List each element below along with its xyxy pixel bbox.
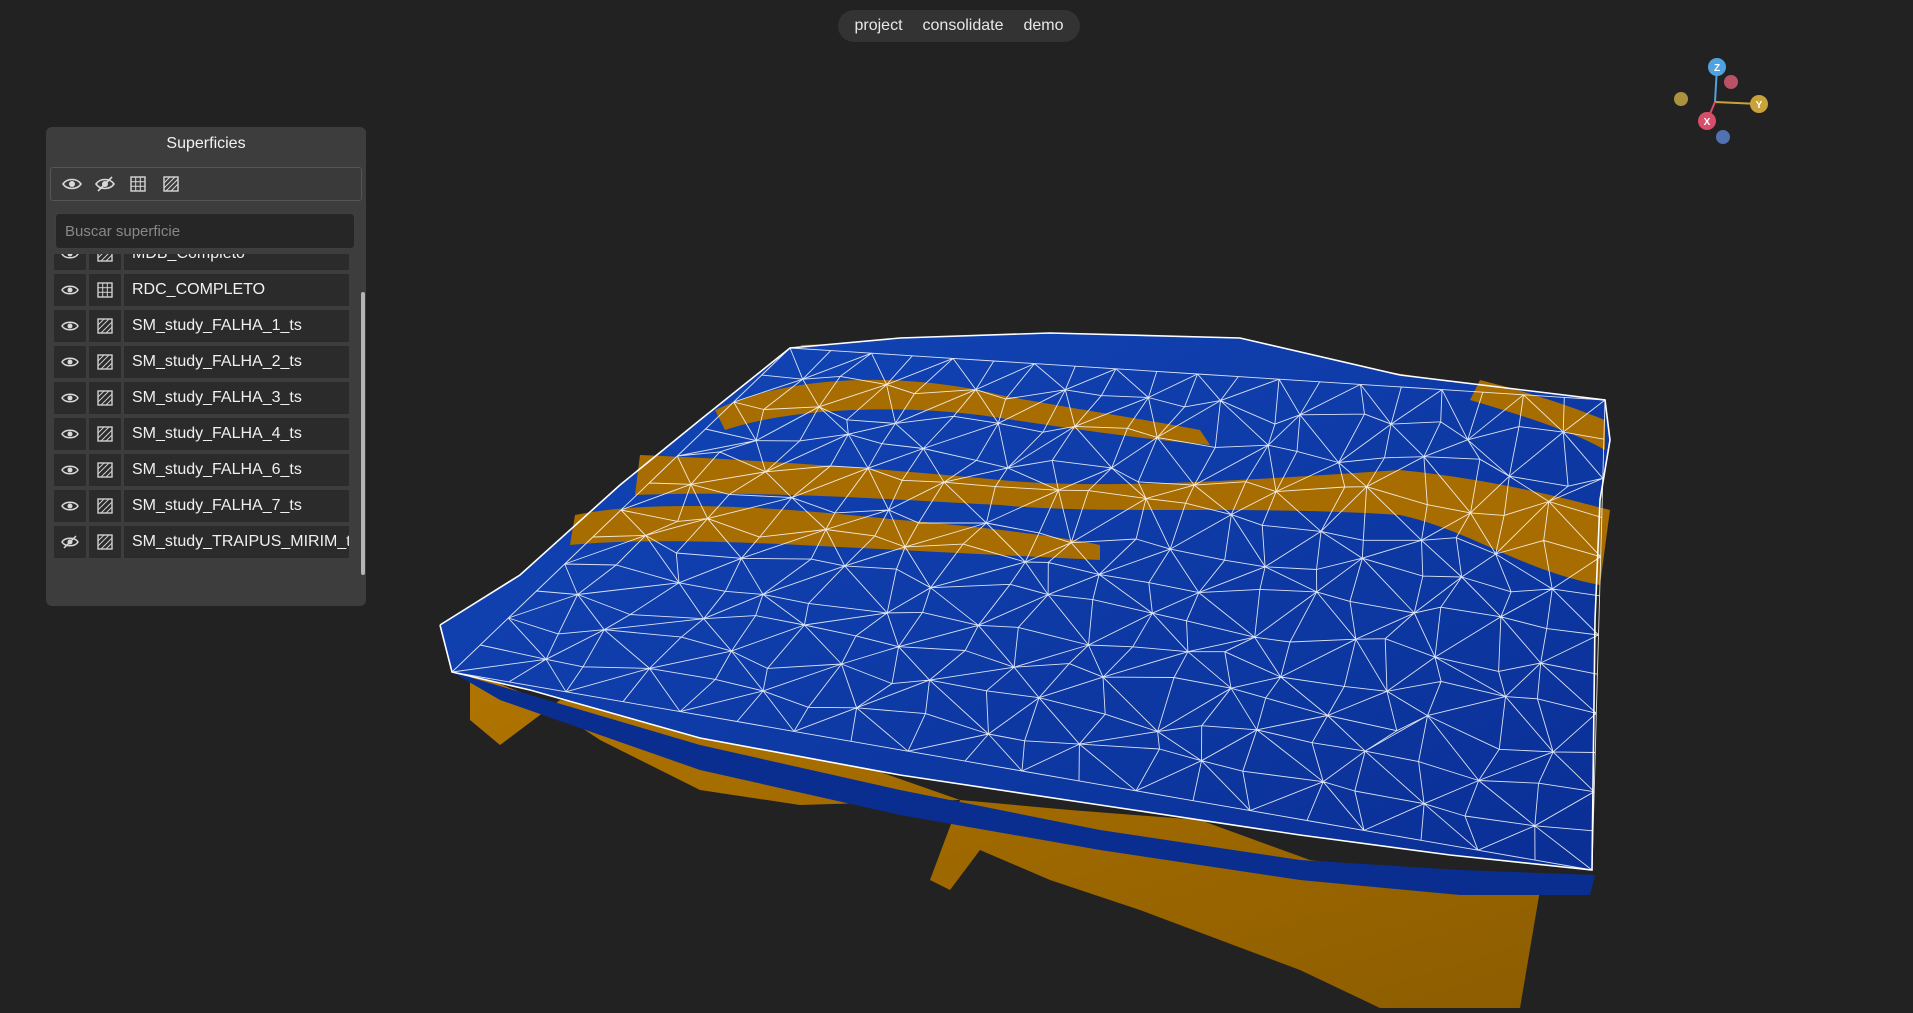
visibility-eye-off-icon[interactable] [54,526,86,558]
surface-name[interactable]: SM_study_FALHA_2_ts [124,346,349,378]
render-mode-hatch-icon[interactable] [89,310,121,342]
svg-text:Z: Z [1714,63,1720,74]
render-mode-grid-icon[interactable] [89,274,121,306]
visibility-eye-icon[interactable] [54,254,86,270]
visibility-eye-icon[interactable] [54,418,86,450]
surface-name[interactable]: MDB_Completo [124,254,349,270]
render-mode-hatch-icon[interactable] [89,454,121,486]
visibility-eye-icon[interactable] [54,346,86,378]
surface-row[interactable]: SM_study_FALHA_4_ts [54,418,366,450]
visibility-eye-icon[interactable] [54,490,86,522]
axis-x-handle[interactable]: X [1698,112,1716,130]
surface-name[interactable]: SM_study_FALHA_4_ts [124,418,349,450]
surface-search-input[interactable] [55,213,355,249]
surface-name[interactable]: SM_study_FALHA_1_ts [124,310,349,342]
surface-list-scrollbar[interactable] [361,254,365,576]
surface-row[interactable]: SM_study_FALHA_1_ts [54,310,366,342]
grid-mode-grid-icon[interactable] [127,174,149,194]
svg-text:X: X [1704,117,1711,128]
surface-row[interactable]: SM_study_FALHA_2_ts [54,346,366,378]
axis-y-handle[interactable]: Y [1750,95,1768,113]
surface-name[interactable]: SM_study_FALHA_7_ts [124,490,349,522]
menu-item-project[interactable]: project [854,17,902,35]
visibility-eye-icon[interactable] [54,310,86,342]
surface-name[interactable]: RDC_COMPLETO [124,274,349,306]
surface-name[interactable]: SM_study_FALHA_6_ts [124,454,349,486]
scrollbar-thumb[interactable] [361,292,365,575]
axis-neg-y-dot[interactable] [1674,92,1688,106]
visibility-eye-icon[interactable] [54,454,86,486]
menu-item-consolidate[interactable]: consolidate [923,17,1004,35]
surface-list[interactable]: MDB_Completo RDC_COMPLETO SM_study_FALHA_1… [46,254,366,576]
surface-row[interactable]: SM_study_TRAIPUS_MIRIM_ts [54,526,366,558]
surface-name[interactable]: SM_study_TRAIPUS_MIRIM_ts [124,526,349,558]
render-mode-hatch-icon[interactable] [89,346,121,378]
render-mode-hatch-icon[interactable] [89,254,121,270]
surface-row[interactable]: SM_study_FALHA_6_ts [54,454,366,486]
surface-row[interactable]: RDC_COMPLETO [54,274,366,306]
surface-row[interactable]: SM_study_FALHA_7_ts [54,490,366,522]
render-mode-hatch-icon[interactable] [89,490,121,522]
surface-row[interactable]: SM_study_FALHA_3_ts [54,382,366,414]
render-mode-hatch-icon[interactable] [89,382,121,414]
render-mode-hatch-icon[interactable] [89,526,121,558]
panel-toolbar [50,167,362,201]
surface-name[interactable]: SM_study_FALHA_3_ts [124,382,349,414]
axis-neg-x-dot[interactable] [1724,75,1738,89]
axis-neg-z-dot[interactable] [1716,130,1730,144]
panel-title: Superficies [166,135,246,152]
surfaces-panel: Superficies MDB_Completo RDC_COMPLETO SM_s… [46,127,366,606]
visibility-eye-icon[interactable] [54,382,86,414]
svg-text:Y: Y [1756,100,1763,111]
hatch-mode-hatch-icon[interactable] [160,174,182,194]
visibility-eye-icon[interactable] [54,274,86,306]
surface-row[interactable]: MDB_Completo [54,254,366,270]
menu-item-demo[interactable]: demo [1023,17,1063,35]
render-mode-hatch-icon[interactable] [89,418,121,450]
top-menu: project consolidate demo [838,10,1080,42]
axis-gizmo[interactable]: Z Y X [1665,50,1773,150]
show-all-eye-icon[interactable] [61,174,83,194]
axis-z-handle[interactable]: Z [1708,58,1726,76]
hide-all-eye-off-icon[interactable] [94,174,116,194]
